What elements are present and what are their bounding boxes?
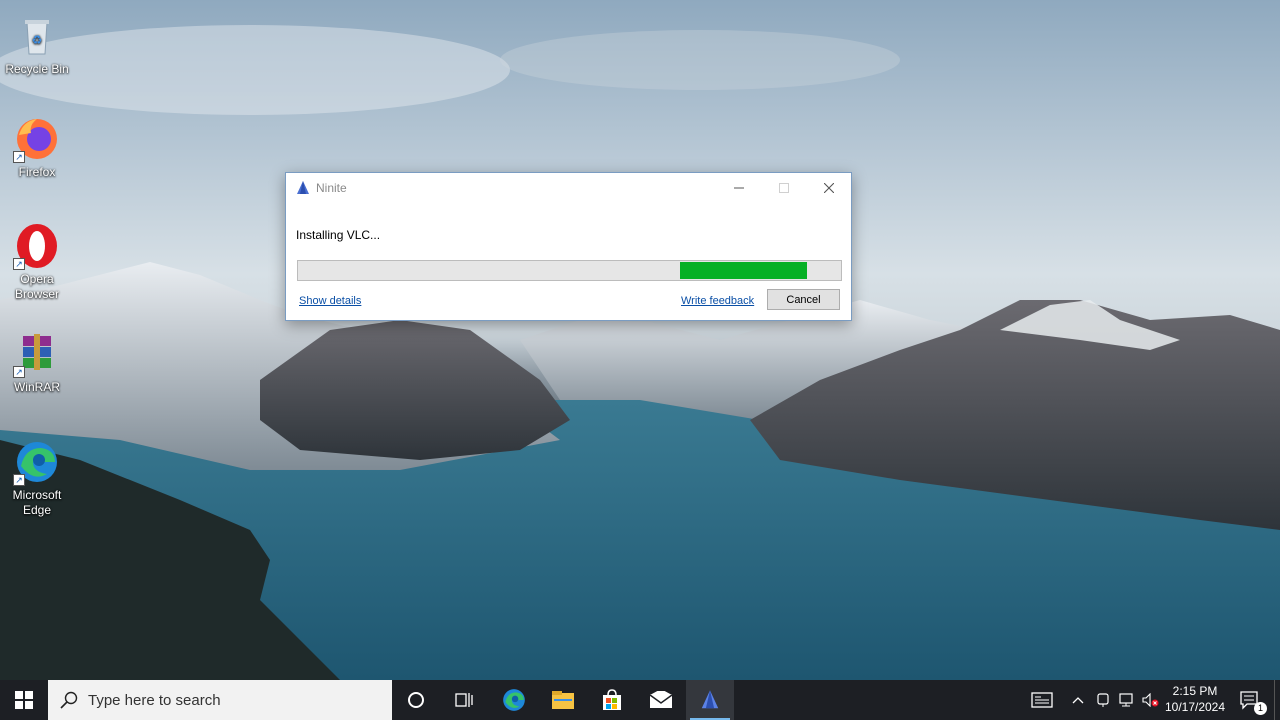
shortcut-arrow-icon: ↗ <box>13 151 25 163</box>
desktop-icon-label: Microsoft Edge <box>12 488 62 517</box>
show-hidden-icons-button[interactable] <box>1066 680 1090 720</box>
volume-button[interactable] <box>1139 680 1163 720</box>
desktop-icon-label: Recycle Bin <box>5 62 69 76</box>
mail-icon <box>649 691 673 708</box>
chevron-up-icon <box>1072 697 1084 704</box>
volume-muted-icon <box>1142 693 1159 707</box>
news-icon <box>1031 692 1053 708</box>
svg-text:♻: ♻ <box>32 33 43 47</box>
search-placeholder: Type here to search <box>88 691 221 709</box>
desktop-wallpaper <box>0 25 1280 680</box>
cortana-icon <box>408 692 424 708</box>
task-view-icon <box>455 693 473 707</box>
show-desktop-button[interactable] <box>1274 680 1280 720</box>
install-status-text: Installing VLC... <box>296 228 381 242</box>
ninite-icon <box>295 180 311 196</box>
action-center-button[interactable]: 1 <box>1230 680 1270 720</box>
desktop-icon-recycle-bin[interactable]: ♻ Recycle Bin <box>2 12 72 77</box>
desktop-icon-edge[interactable]: ↗ Microsoft Edge <box>2 438 72 518</box>
recycle-bin-icon: ♻ <box>13 12 61 60</box>
opera-icon: ↗ <box>13 222 61 270</box>
desktop-icon-label: Firefox <box>18 165 56 179</box>
taskbar-search-box[interactable]: Type here to search <box>48 680 392 720</box>
notification-count-badge: 1 <box>1254 702 1267 715</box>
file-explorer-icon <box>552 691 574 709</box>
taskbar-ninite[interactable] <box>686 680 734 720</box>
network-icon <box>1119 693 1133 707</box>
window-titlebar[interactable]: Ninite <box>286 173 851 203</box>
desktop-icon-opera[interactable]: ↗ Opera Browser <box>2 222 72 302</box>
network-button[interactable] <box>1115 680 1139 720</box>
desktop-icon-label: WinRAR <box>13 380 60 394</box>
clock-date: 10/17/2024 <box>1164 700 1226 714</box>
tray-device-button[interactable] <box>1091 680 1115 720</box>
winrar-icon: ↗ <box>13 330 61 378</box>
start-button[interactable] <box>0 680 48 720</box>
desktop-icon-winrar[interactable]: ↗ WinRAR <box>2 330 72 395</box>
desktop-icon-label: Opera Browser <box>14 272 59 301</box>
task-view-button[interactable] <box>440 680 488 720</box>
windows-logo-icon <box>15 691 33 709</box>
shortcut-arrow-icon: ↗ <box>13 258 25 270</box>
ninite-icon <box>701 690 719 709</box>
window-title: Ninite <box>316 181 347 195</box>
cancel-button[interactable]: Cancel <box>767 289 840 310</box>
show-details-link[interactable]: Show details <box>299 295 361 307</box>
taskbar-store[interactable] <box>588 680 636 720</box>
taskbar-edge[interactable] <box>490 680 538 720</box>
taskbar-file-explorer[interactable] <box>539 680 587 720</box>
taskbar-mail[interactable] <box>637 680 685 720</box>
search-icon <box>60 691 78 709</box>
install-progress-bar <box>297 260 842 281</box>
taskbar: Type here to search 2:15 PM 10/17/2024 1 <box>0 680 1280 720</box>
minimize-icon <box>733 187 744 189</box>
device-icon <box>1097 693 1109 707</box>
edge-icon: ↗ <box>13 438 61 486</box>
store-icon <box>603 689 621 710</box>
clock[interactable]: 2:15 PM 10/17/2024 <box>1163 683 1227 715</box>
maximize-icon <box>778 183 789 193</box>
clock-time: 2:15 PM <box>1172 684 1218 698</box>
shortcut-arrow-icon: ↗ <box>13 474 25 486</box>
desktop-icon-firefox[interactable]: ↗ Firefox <box>2 115 72 180</box>
ninite-window: Ninite Installing VLC... Show details Wr… <box>285 172 852 321</box>
close-icon <box>823 183 834 193</box>
progress-fill <box>679 262 807 279</box>
firefox-icon: ↗ <box>13 115 61 163</box>
close-button[interactable] <box>806 173 851 203</box>
edge-icon <box>503 689 525 711</box>
write-feedback-link[interactable]: Write feedback <box>681 295 754 307</box>
maximize-button <box>761 173 806 203</box>
shortcut-arrow-icon: ↗ <box>13 366 25 378</box>
cortana-button[interactable] <box>392 680 440 720</box>
minimize-button[interactable] <box>716 173 761 203</box>
news-button[interactable] <box>1020 680 1064 720</box>
